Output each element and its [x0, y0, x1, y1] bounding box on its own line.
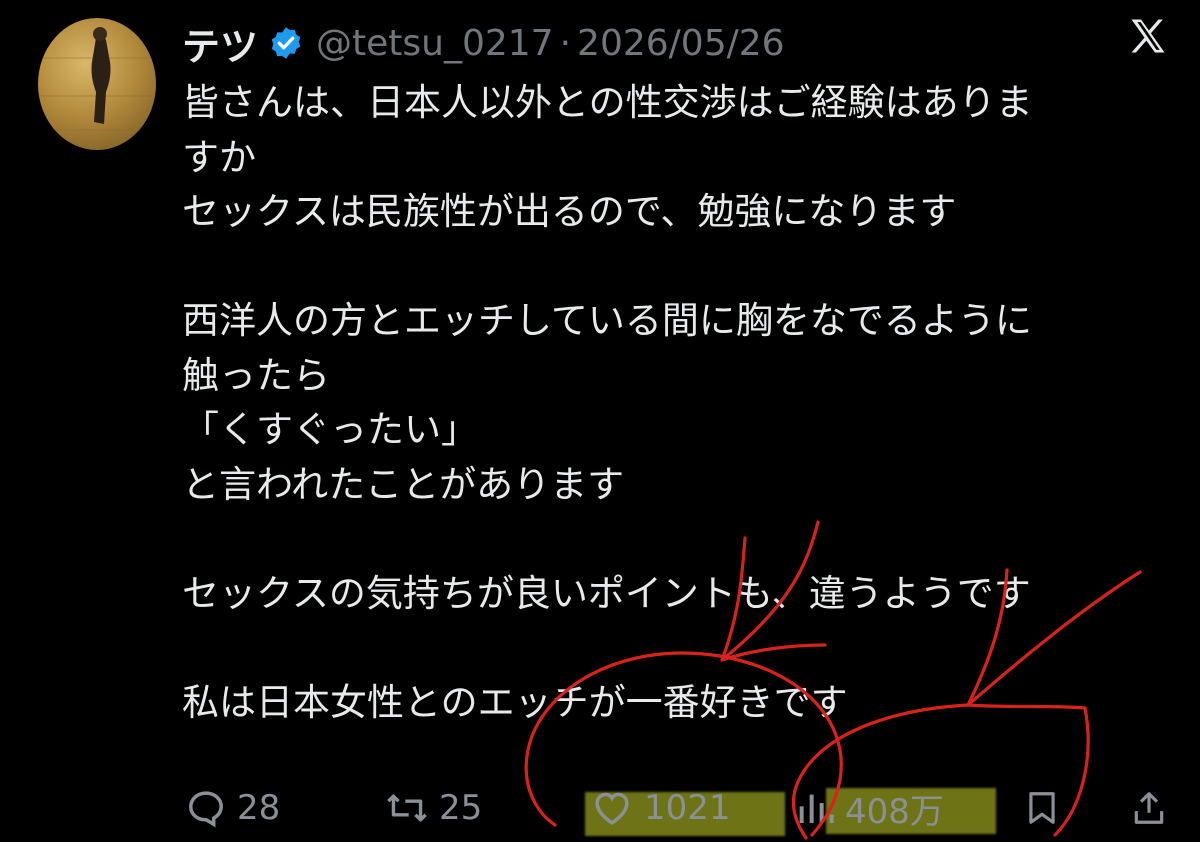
views-count: 408万	[845, 791, 944, 832]
avatar[interactable]	[38, 18, 156, 150]
retweet-icon	[387, 794, 427, 822]
post-date[interactable]: 2026/05/26	[577, 23, 785, 64]
views-bar-chart-icon	[799, 794, 834, 823]
like-count: 1021	[644, 788, 731, 828]
x-logo-icon	[1126, 14, 1170, 58]
share-icon	[1134, 792, 1164, 824]
like-button[interactable]: 1021	[590, 778, 731, 838]
retweet-count: 25	[439, 788, 483, 828]
separator-dot: ·	[559, 22, 572, 64]
avatar-photo	[38, 27, 156, 131]
reply-count: 28	[237, 788, 281, 828]
action-bar: 28 25 1021 408万	[185, 778, 1175, 838]
reply-button[interactable]: 28	[185, 778, 280, 838]
heart-icon	[595, 792, 629, 825]
user-handle[interactable]: @tetsu_0217	[316, 23, 554, 64]
bookmark-button[interactable]	[1023, 778, 1061, 838]
retweet-button[interactable]: 25	[385, 778, 482, 838]
reply-icon	[189, 791, 223, 828]
display-name[interactable]: テツ	[182, 16, 258, 71]
views-button[interactable]: 408万	[795, 778, 944, 838]
bookmark-icon	[1029, 792, 1055, 824]
tweet-header: テツ @tetsu_0217 · 2026/05/26	[182, 16, 785, 71]
verified-badge-icon	[268, 25, 304, 61]
share-button[interactable]	[1130, 778, 1168, 838]
tweet-body: 皆さんは、日本人以外との性交渉はご経験はありま すか セックスは民族性が出るので…	[182, 81, 1033, 724]
